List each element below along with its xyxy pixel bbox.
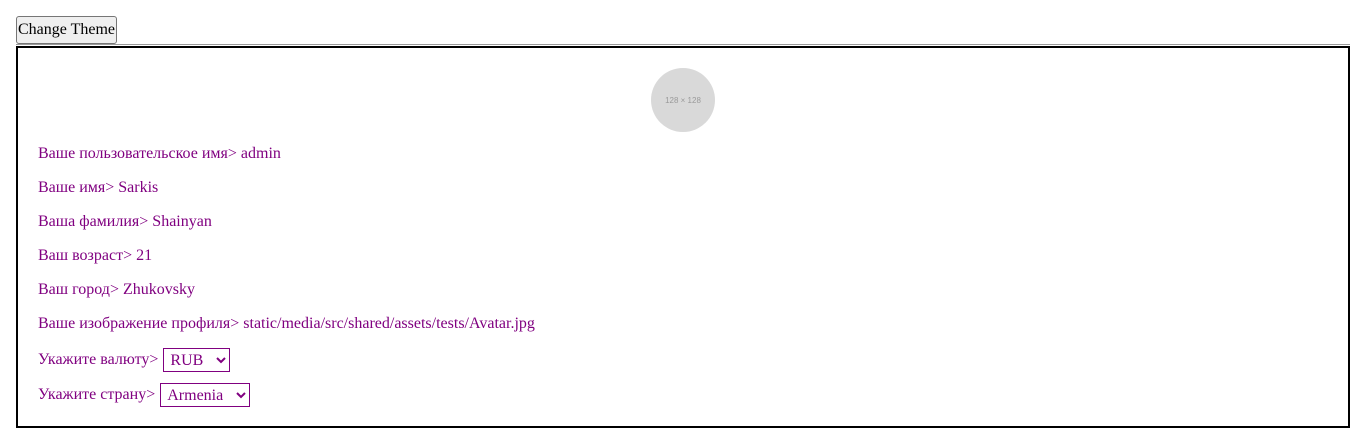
city-value: Zhukovsky <box>122 281 195 298</box>
currency-separator: > <box>149 351 159 368</box>
age-label: Ваш возраст <box>38 247 124 264</box>
city-separator: > <box>109 281 119 298</box>
username-row: Ваше пользовательское имя> admin <box>38 144 281 164</box>
first-name-label: Ваше имя <box>38 179 106 196</box>
age-row: Ваш возраст> 21 <box>38 246 152 266</box>
profile-image-row: Ваше изображение профиля> static/media/sr… <box>38 314 535 334</box>
country-label: Укажите страну <box>38 386 147 403</box>
divider <box>16 44 1350 45</box>
currency-select[interactable]: RUB <box>163 348 231 373</box>
profile-card: 128 × 128 Ваше пользовательское имя> admi… <box>16 46 1350 428</box>
city-label: Ваш город <box>38 281 110 298</box>
username-separator: > <box>227 145 237 162</box>
last-name-value: Shainyan <box>152 213 212 230</box>
username-value: admin <box>240 145 281 162</box>
currency-label: Укажите валюту <box>38 351 150 368</box>
first-name-value: Sarkis <box>118 179 159 196</box>
last-name-separator: > <box>139 213 149 230</box>
avatar: 128 × 128 <box>651 68 715 132</box>
country-row: Укажите страну> Armenia <box>38 382 251 408</box>
first-name-row: Ваше имя> Sarkis <box>38 178 158 198</box>
change-theme-button[interactable]: Change Theme <box>16 16 118 44</box>
age-value: 21 <box>136 247 153 264</box>
country-select[interactable]: Armenia <box>160 383 251 408</box>
profile-image-separator: > <box>230 315 240 332</box>
country-separator: > <box>146 386 156 403</box>
last-name-label: Ваша фамилия <box>38 213 140 230</box>
avatar-placeholder-text: 128 × 128 <box>665 95 701 105</box>
username-label: Ваше пользовательское имя <box>38 145 228 162</box>
last-name-row: Ваша фамилия> Shainyan <box>38 212 212 232</box>
age-separator: > <box>123 247 133 264</box>
profile-image-value: static/media/src/shared/assets/tests/Ava… <box>243 315 535 332</box>
city-row: Ваш город> Zhukovsky <box>38 280 195 300</box>
profile-image-label: Ваше изображение профиля <box>38 315 231 332</box>
currency-row: Укажите валюту> RUB <box>38 347 231 373</box>
first-name-separator: > <box>105 179 115 196</box>
